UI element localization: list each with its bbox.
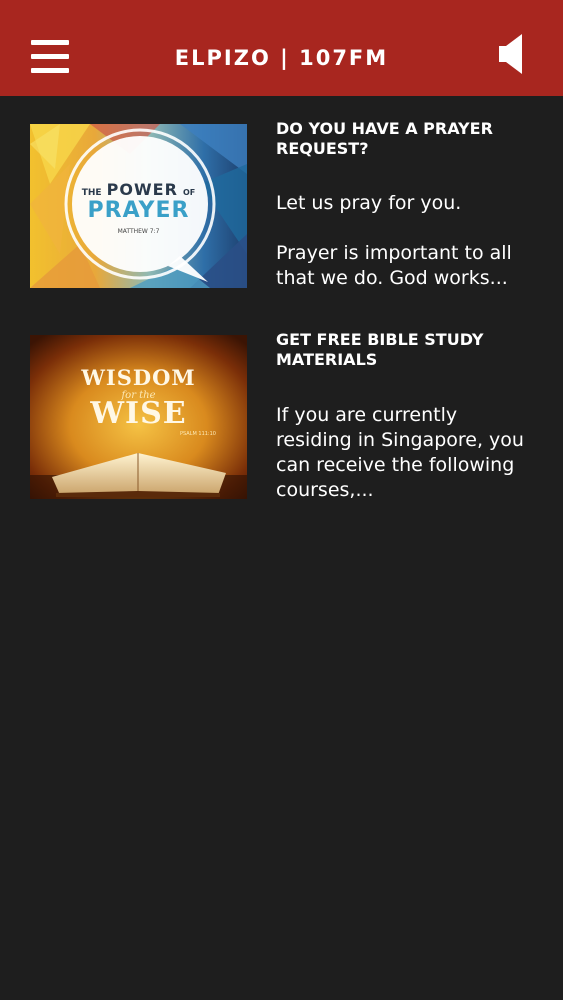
image-text-ref: MATTHEW 7:7 (117, 228, 160, 235)
bible-thumbnail[interactable]: WISDOM for the WISE PSALM 111:10 (30, 335, 247, 499)
prayer-image-text: THE POWER OF (30, 180, 247, 199)
article-excerpt: If you are currently residing in Singapo… (276, 404, 524, 501)
image-text-power: POWER (106, 180, 178, 199)
image-text-wisdom: WISDOM (81, 365, 196, 390)
image-text-prayer: PRAYER (87, 198, 190, 223)
prayer-thumbnail[interactable]: THE POWER OF PRAYER MATTHEW 7:7 (30, 124, 247, 288)
article-title[interactable]: DO YOU HAVE A PRAYER REQUEST? (276, 119, 536, 159)
image-text-wise: WISE (90, 396, 187, 431)
article-excerpt: Let us pray for you. Prayer is important… (276, 192, 512, 289)
speaker-icon[interactable] (497, 33, 527, 75)
image-text-ref: PSALM 111:10 (180, 431, 216, 437)
image-text-the: THE (81, 188, 102, 198)
app-header: ELPIZO | 107FM (0, 0, 563, 96)
app-title: ELPIZO | 107FM (174, 46, 389, 70)
image-text-of: OF (182, 188, 196, 197)
article-title[interactable]: GET FREE BIBLE STUDY MATERIALS (276, 330, 536, 370)
